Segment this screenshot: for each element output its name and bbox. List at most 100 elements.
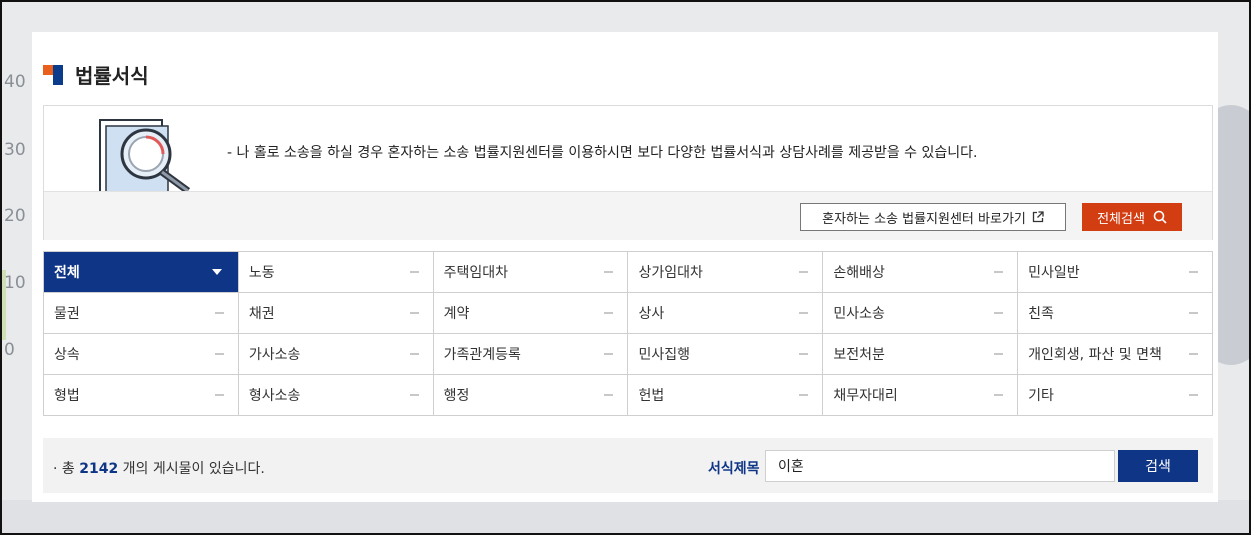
- minus-icon: [409, 394, 419, 396]
- info-description: - 나 홀로 소송을 하실 경우 혼자하는 소송 법률지원센터를 이용하시면 보…: [227, 145, 978, 161]
- category-label: 형법: [54, 388, 80, 404]
- result-count-text: · 총 2142 개의 게시물이 있습니다.: [53, 458, 265, 478]
- category-label: 채무자대리: [833, 388, 898, 404]
- background-axis-label: 10: [4, 273, 26, 293]
- background-axis-label: 0: [4, 340, 15, 360]
- category-tab[interactable]: 형사소송: [238, 375, 434, 416]
- search-input[interactable]: [765, 450, 1115, 482]
- result-count-suffix: 개의 게시물이 있습니다.: [122, 461, 265, 477]
- minus-icon: [409, 271, 419, 273]
- search-icon: [1153, 210, 1167, 224]
- minus-icon: [994, 271, 1004, 273]
- category-label: 상사: [638, 306, 665, 322]
- minus-icon: [994, 353, 1004, 355]
- caret-down-icon: [211, 269, 222, 275]
- category-tab[interactable]: 민사집행: [628, 334, 824, 375]
- legal-support-center-label: 혼자하는 소송 법률지원센터 바로가기: [822, 211, 1026, 227]
- category-tab[interactable]: 채권: [238, 293, 434, 334]
- category-tab[interactable]: 개인회생, 파산 및 면책: [1018, 334, 1213, 375]
- category-label: 상속: [54, 347, 80, 363]
- category-tab[interactable]: 손해배상: [823, 252, 1019, 293]
- legal-forms-panel: 법률서식 - 나 홀로 소송을 하실 경우 혼자하는 소송 법률지원센터를 이용…: [32, 32, 1218, 502]
- search-all-button[interactable]: 전체검색: [1082, 203, 1182, 231]
- external-link-icon: [1032, 211, 1044, 223]
- minus-icon: [214, 394, 224, 396]
- background-axis-label: 30: [4, 140, 26, 160]
- category-tab[interactable]: 상속: [44, 334, 239, 375]
- category-label: 가사소송: [248, 347, 301, 363]
- category-label: 친족: [1028, 306, 1054, 322]
- category-tab[interactable]: 물권: [44, 293, 239, 334]
- category-label: 노동: [248, 265, 275, 281]
- category-tab[interactable]: 계약: [433, 293, 629, 334]
- category-label: 물권: [54, 306, 80, 322]
- category-tab[interactable]: 민사일반: [1018, 252, 1213, 293]
- minus-icon: [1188, 394, 1198, 396]
- legal-support-center-link-button[interactable]: 혼자하는 소송 법률지원센터 바로가기: [800, 203, 1066, 231]
- category-label: 형사소송: [248, 388, 301, 404]
- category-tab[interactable]: 기타: [1018, 375, 1213, 416]
- category-tab[interactable]: 상사: [628, 293, 824, 334]
- category-tab[interactable]: 민사소송: [823, 293, 1019, 334]
- info-top: - 나 홀로 소송을 하실 경우 혼자하는 소송 법률지원센터를 이용하시면 보…: [44, 106, 1212, 191]
- category-tab[interactable]: 주택임대차: [433, 252, 629, 293]
- background-strip: [0, 500, 1251, 535]
- minus-icon: [994, 394, 1004, 396]
- category-tab[interactable]: 노동: [238, 252, 434, 293]
- minus-icon: [1188, 271, 1198, 273]
- category-label: 채권: [248, 306, 275, 322]
- title-mark-icon: [43, 64, 63, 85]
- category-tab[interactable]: 보전처분: [823, 334, 1019, 375]
- category-label: 민사소송: [833, 306, 885, 322]
- result-count-number: 2142: [79, 461, 119, 477]
- category-label: 민사집행: [638, 347, 691, 363]
- background-axis-label: 20: [4, 206, 26, 226]
- category-tab[interactable]: 행정: [433, 375, 629, 416]
- category-label: 헌법: [638, 388, 665, 404]
- minus-icon: [604, 394, 614, 396]
- category-tab[interactable]: 헌법: [628, 375, 824, 416]
- category-label: 민사일반: [1028, 265, 1080, 281]
- search-bar: · 총 2142 개의 게시물이 있습니다. 서식제목 검색: [43, 438, 1213, 493]
- category-label: 손해배상: [833, 265, 885, 281]
- minus-icon: [1188, 312, 1198, 314]
- category-tab[interactable]: 채무자대리: [823, 375, 1019, 416]
- minus-icon: [214, 353, 224, 355]
- minus-icon: [799, 353, 809, 355]
- search-button[interactable]: 검색: [1118, 450, 1198, 482]
- minus-icon: [1188, 353, 1198, 355]
- category-tab[interactable]: 가족관계등록: [433, 334, 629, 375]
- minus-icon: [409, 353, 419, 355]
- category-label: 가족관계등록: [443, 347, 521, 363]
- minus-icon: [799, 312, 809, 314]
- category-tab[interactable]: 전체: [44, 252, 239, 293]
- category-tab[interactable]: 상가임대차: [628, 252, 824, 293]
- category-tab[interactable]: 친족: [1018, 293, 1213, 334]
- category-label: 기타: [1028, 388, 1054, 404]
- info-actions: 혼자하는 소송 법률지원센터 바로가기 전체검색: [44, 191, 1212, 240]
- minus-icon: [799, 271, 809, 273]
- minus-icon: [604, 271, 614, 273]
- minus-icon: [214, 312, 224, 314]
- category-label: 행정: [443, 388, 470, 404]
- search-all-label: 전체검색: [1097, 211, 1145, 227]
- category-label: 전체: [54, 265, 80, 281]
- category-tab[interactable]: 가사소송: [238, 334, 434, 375]
- category-label: 개인회생, 파산 및 면책: [1028, 347, 1162, 363]
- minus-icon: [799, 394, 809, 396]
- result-count-prefix: · 총: [53, 461, 75, 477]
- category-grid: 전체 노동 주택임대차 상가임대차 손해배상 민사일반물권 채권 계약 상사 민사소송 친족상속 가사…: [43, 251, 1213, 416]
- info-box: - 나 홀로 소송을 하실 경우 혼자하는 소송 법률지원센터를 이용하시면 보…: [43, 105, 1213, 240]
- category-label: 상가임대차: [638, 265, 703, 281]
- minus-icon: [604, 312, 614, 314]
- background-axis-label: 40: [4, 72, 26, 92]
- category-label: 보전처분: [833, 347, 885, 363]
- minus-icon: [604, 353, 614, 355]
- page-title: 법률서식: [75, 64, 149, 88]
- category-tab[interactable]: 형법: [44, 375, 239, 416]
- minus-icon: [994, 312, 1004, 314]
- magnifier-document-icon: [99, 119, 191, 191]
- category-label: 계약: [443, 306, 470, 322]
- section-header: 법률서식: [43, 60, 149, 89]
- category-label: 주택임대차: [443, 265, 509, 281]
